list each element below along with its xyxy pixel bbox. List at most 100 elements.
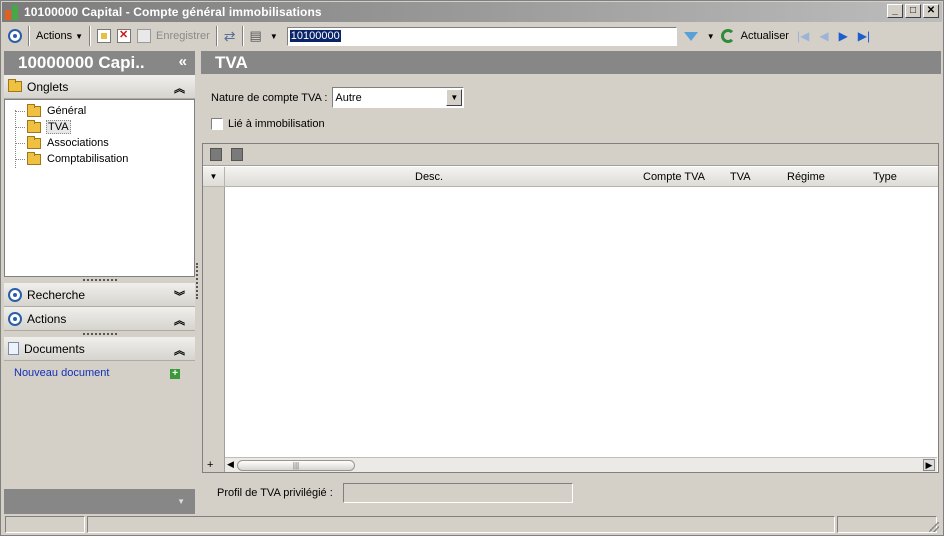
folder-icon	[27, 135, 41, 149]
onglets-section-header[interactable]: Onglets ︽	[4, 75, 195, 99]
filter-icon	[683, 31, 698, 41]
first-record-icon[interactable]: |◀	[792, 29, 814, 43]
new-button[interactable]	[94, 25, 114, 47]
refresh-button[interactable]: Actualiser	[718, 25, 792, 47]
filter-dropdown-button[interactable]: ▼	[701, 25, 718, 47]
scroll-right-icon[interactable]: ▶	[923, 459, 935, 471]
resize-grip-icon[interactable]	[929, 522, 939, 532]
chevron-up-icon[interactable]: ︽	[174, 312, 185, 328]
grid-new-icon[interactable]	[210, 148, 222, 161]
chevron-down-icon[interactable]: ︾	[174, 288, 185, 304]
refresh-icon	[720, 29, 735, 43]
actions-menu-button[interactable]: Actions ▼	[33, 25, 86, 47]
actions-circle-icon	[8, 311, 22, 326]
column-header-desc[interactable]: Desc.	[415, 171, 443, 183]
new-document-icon	[97, 29, 111, 43]
immob-checkbox[interactable]	[211, 118, 223, 130]
actions-section-header[interactable]: Actions ︽	[4, 307, 195, 331]
column-header-compte-tva[interactable]: Compte TVA	[643, 171, 705, 183]
print-button[interactable]: ▤ ▼	[247, 25, 281, 47]
sync-button[interactable]: ⇄	[221, 25, 239, 47]
window-title: 10100000 Capital - Compte général immobi…	[24, 5, 322, 19]
save-icon	[137, 29, 151, 43]
status-cell	[837, 516, 937, 533]
tree-item-label: Général	[47, 105, 87, 117]
row-header-column	[203, 187, 225, 472]
save-button[interactable]: Enregistrer	[134, 25, 213, 47]
chevron-down-icon[interactable]: ▼	[446, 89, 463, 106]
tree-item-tva[interactable]: TVA	[15, 119, 194, 135]
immob-checkbox-row: Lié à immobilisation	[211, 118, 325, 130]
nature-field-row: Nature de compte TVA : Autre ▼	[211, 87, 465, 108]
row-selector-icon[interactable]: ▼	[203, 167, 225, 186]
recherche-section-header[interactable]: Recherche ︾	[4, 283, 195, 307]
tree-item-general[interactable]: Général	[15, 103, 194, 119]
expand-icon[interactable]: +	[207, 459, 213, 471]
status-cell	[87, 516, 835, 533]
tree-item-label: TVA	[46, 120, 71, 134]
folder-icon	[8, 79, 22, 92]
delete-icon	[117, 28, 131, 43]
status-bar	[2, 515, 942, 535]
minimize-button[interactable]: _	[887, 4, 903, 18]
collapse-panel-icon[interactable]: «	[179, 53, 187, 70]
column-header-type[interactable]: Type	[873, 171, 897, 183]
actions-icon-button[interactable]	[5, 25, 25, 47]
last-record-icon[interactable]: ▶|	[853, 29, 875, 43]
sync-icon: ⇄	[223, 27, 236, 44]
profile-field[interactable]	[342, 483, 573, 503]
profile-field-row: Profil de TVA privilégié :	[217, 483, 573, 503]
tva-grid: ▼ Desc. Compte TVA TVA Régime Type + ◀ |…	[202, 143, 939, 473]
scrollbar-thumb[interactable]: |||	[237, 460, 355, 471]
documents-label: Documents	[24, 341, 85, 356]
content-panel: TVA Nature de compte TVA : Autre ▼ Lié à…	[201, 51, 941, 515]
status-cell	[5, 516, 85, 533]
next-record-icon[interactable]: ▶	[834, 29, 853, 43]
print-dropdown-icon: ▼	[269, 31, 278, 41]
chevron-up-icon[interactable]: ︽	[174, 342, 185, 358]
chevron-up-icon[interactable]: ︽	[174, 80, 185, 96]
scroll-left-icon[interactable]: ◀	[227, 459, 234, 470]
page-title: TVA	[201, 51, 941, 74]
left-panel: 10000000 Capi.. « Onglets ︽ Général TVA …	[4, 51, 195, 515]
document-icon	[8, 342, 19, 355]
nature-select[interactable]: Autre ▼	[332, 87, 465, 108]
search-input-value: 10100000	[289, 30, 341, 42]
panel-splitter[interactable]	[196, 263, 199, 299]
recherche-circle-icon	[8, 287, 22, 302]
filter-button[interactable]	[681, 25, 701, 47]
tabs-tree: Général TVA Associations Comptabilisatio…	[4, 99, 195, 277]
search-input[interactable]: 10100000	[286, 26, 677, 46]
column-header-tva[interactable]: TVA	[730, 171, 751, 183]
profile-label: Profil de TVA privilégié :	[217, 487, 333, 499]
previous-record-icon[interactable]: ◀	[814, 29, 833, 43]
tree-item-label: Associations	[47, 137, 109, 149]
new-document-link[interactable]: Nouveau document	[14, 367, 109, 379]
horizontal-scrollbar[interactable]: + ◀ ||| ▶	[207, 457, 937, 472]
save-label: Enregistrer	[156, 30, 210, 42]
footer-dropdown-icon[interactable]: ▼	[177, 497, 185, 506]
nature-select-value: Autre	[335, 91, 362, 104]
grid-edit-icon[interactable]	[231, 148, 243, 161]
documents-area: Nouveau document +	[4, 361, 195, 488]
main-window: 10100000 Capital - Compte général immobi…	[0, 0, 944, 536]
title-bar: 10100000 Capital - Compte général immobi…	[2, 2, 942, 22]
record-header: 10000000 Capi.. «	[4, 51, 195, 75]
tree-item-comptabilisation[interactable]: Comptabilisation	[15, 151, 194, 167]
close-button[interactable]: ✕	[923, 4, 939, 18]
immob-label: Lié à immobilisation	[228, 118, 325, 130]
tree-item-associations[interactable]: Associations	[15, 135, 194, 151]
delete-button[interactable]	[114, 25, 134, 47]
nature-label: Nature de compte TVA :	[211, 91, 328, 104]
left-panel-footer: ▼	[4, 489, 195, 514]
add-document-icon[interactable]: +	[170, 369, 180, 379]
actions-circle-icon	[8, 29, 22, 43]
documents-section-header[interactable]: Documents ︽	[4, 337, 195, 361]
toolbar: Actions ▼ Enregistrer ⇄ ▤ ▼ 10100000 ▼ A…	[2, 23, 942, 49]
column-header-regime[interactable]: Régime	[787, 171, 825, 183]
maximize-button[interactable]: □	[905, 4, 921, 18]
grid-header: ▼ Desc. Compte TVA TVA Régime Type	[203, 167, 938, 187]
grid-toolbar	[203, 144, 938, 166]
printer-icon: ▤	[249, 28, 262, 43]
folder-icon	[27, 103, 41, 117]
